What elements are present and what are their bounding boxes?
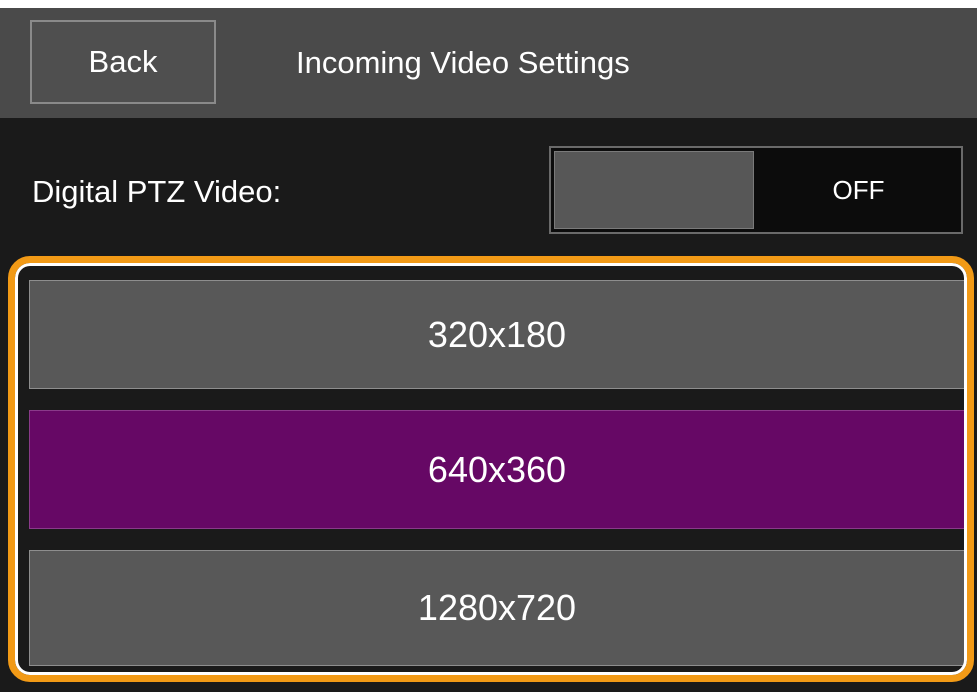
resolution-option-640x360[interactable]: 640x360 (29, 410, 965, 529)
resolution-option-1280x720[interactable]: 1280x720 (29, 550, 965, 666)
toggle-state-label: OFF (832, 174, 885, 205)
header-bar: Back Incoming Video Settings (0, 8, 977, 118)
page-title: Incoming Video Settings (296, 45, 630, 80)
digital-ptz-label: Digital PTZ Video: (32, 174, 282, 209)
resolution-option-320x180[interactable]: 320x180 (29, 280, 965, 389)
toggle-knob[interactable] (554, 151, 754, 229)
digital-ptz-toggle[interactable]: OFF (549, 146, 963, 234)
digital-ptz-row: Digital PTZ Video: OFF (0, 118, 977, 258)
back-button[interactable]: Back (30, 20, 216, 104)
